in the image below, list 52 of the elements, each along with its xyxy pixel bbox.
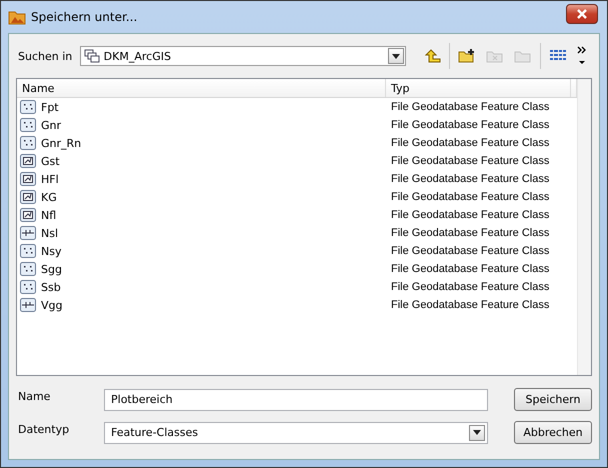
folder-icon (8, 9, 26, 25)
look-in-dropdown[interactable]: DKM_ArcGIS (80, 46, 406, 66)
file-type: File Geodatabase Feature Class (390, 101, 550, 113)
file-name[interactable]: Nsl (41, 226, 58, 240)
name-field[interactable]: Plotbereich (104, 388, 488, 410)
file-name[interactable]: Gst (41, 154, 60, 168)
file-type-dropdown[interactable]: Feature-Classes (104, 422, 488, 444)
point-layer-icon (20, 118, 36, 132)
polygon-layer-icon (20, 154, 36, 168)
file-type: File Geodatabase Feature Class (390, 155, 550, 167)
file-type-label: Datentyp (17, 422, 70, 436)
point-layer-icon (20, 244, 36, 258)
polygon-layer-icon (20, 190, 36, 204)
save-button[interactable]: Speichern (514, 388, 592, 411)
file-type: File Geodatabase Feature Class (390, 173, 550, 185)
polygon-layer-icon (20, 172, 36, 186)
point-layer-icon (20, 262, 36, 276)
file-type: File Geodatabase Feature Class (390, 191, 550, 203)
file-name[interactable]: Fpt (41, 100, 59, 114)
window-title: Speichern unter... (31, 10, 138, 24)
file-type: File Geodatabase Feature Class (390, 263, 550, 275)
line-layer-icon (20, 298, 36, 312)
file-name[interactable]: Gnr (41, 118, 62, 132)
file-type: File Geodatabase Feature Class (390, 209, 550, 221)
file-type: File Geodatabase Feature Class (390, 299, 550, 311)
scrollbar-track[interactable] (577, 79, 591, 375)
polygon-layer-icon (20, 208, 36, 222)
file-name[interactable]: Sgg (41, 262, 62, 276)
file-name[interactable]: Vgg (41, 298, 62, 312)
file-name[interactable]: KG (41, 190, 57, 204)
file-name[interactable]: Gnr_Rn (41, 136, 82, 150)
cancel-button[interactable]: Abbrechen (514, 421, 592, 444)
file-type: File Geodatabase Feature Class (390, 281, 550, 293)
point-layer-icon (20, 280, 36, 294)
file-type: File Geodatabase Feature Class (390, 245, 550, 257)
line-layer-icon (20, 226, 36, 240)
close-button[interactable] (566, 4, 598, 24)
name-label: Name (17, 389, 52, 403)
point-layer-icon (20, 100, 36, 114)
point-layer-icon (20, 136, 36, 150)
column-header[interactable]: Name (17, 79, 386, 97)
file-name[interactable]: Ssb (41, 280, 61, 294)
look-in-label: Suchen in (17, 50, 74, 62)
file-name[interactable]: Nsy (41, 244, 62, 258)
layers-icon (84, 49, 100, 63)
file-type: File Geodatabase Feature Class (390, 137, 550, 149)
column-header[interactable]: Typ (386, 79, 571, 97)
close-icon (576, 9, 588, 19)
file-type: File Geodatabase Feature Class (390, 119, 550, 131)
file-name[interactable]: HFl (41, 172, 59, 186)
file-type: File Geodatabase Feature Class (390, 227, 550, 239)
file-name[interactable]: Nfl (41, 208, 56, 222)
